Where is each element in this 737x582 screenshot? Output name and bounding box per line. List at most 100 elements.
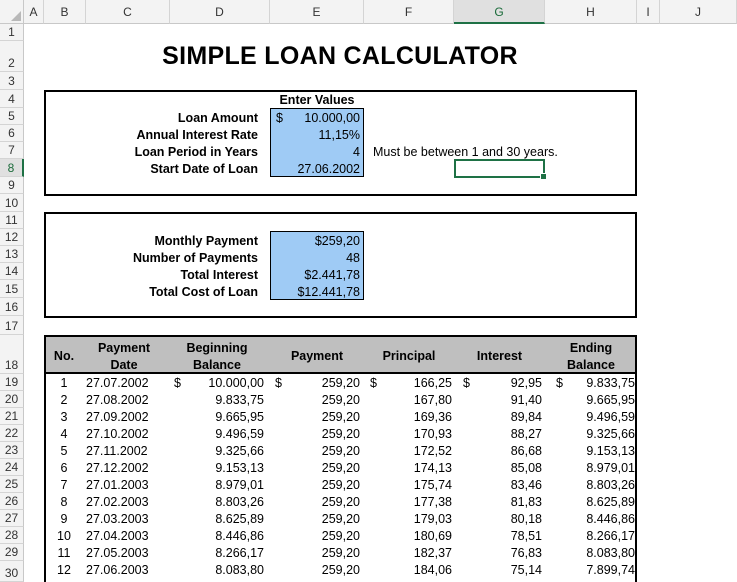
schedule-payment-cell[interactable]: 259,20 xyxy=(290,545,360,561)
row-header-19[interactable]: 19 xyxy=(0,374,24,391)
schedule-begin-cell[interactable]: 8.266,17 xyxy=(190,545,264,561)
schedule-begin-cell[interactable]: 8.625,89 xyxy=(190,511,264,527)
schedule-interest-cell[interactable]: 81,83 xyxy=(470,494,542,510)
row-header-23[interactable]: 23 xyxy=(0,442,24,459)
column-header-c[interactable]: C xyxy=(86,0,170,24)
schedule-interest-cell[interactable]: 88,27 xyxy=(470,426,542,442)
row-header-5[interactable]: 5 xyxy=(0,108,24,125)
schedule-principal-cell[interactable]: 180,69 xyxy=(380,528,452,544)
schedule-interest-cell[interactable]: 91,40 xyxy=(470,392,542,408)
schedule-no-cell[interactable]: 2 xyxy=(46,392,82,408)
schedule-no-cell[interactable]: 8 xyxy=(46,494,82,510)
schedule-date-cell[interactable]: 27.06.2003 xyxy=(86,562,166,578)
loan-period-input[interactable]: 4 xyxy=(280,144,360,160)
schedule-date-cell[interactable]: 27.04.2003 xyxy=(86,528,166,544)
schedule-end-cell[interactable]: 8.979,01 xyxy=(562,460,635,476)
schedule-interest-cell[interactable]: 80,18 xyxy=(470,511,542,527)
schedule-begin-cell[interactable]: 8.446,86 xyxy=(190,528,264,544)
schedule-end-cell[interactable]: 8.625,89 xyxy=(562,494,635,510)
row-header-30[interactable]: 30 xyxy=(0,561,24,582)
column-header-d[interactable]: D xyxy=(170,0,270,24)
schedule-end-cell[interactable]: 9.325,66 xyxy=(562,426,635,442)
schedule-interest-cell[interactable]: 78,51 xyxy=(470,528,542,544)
schedule-principal-cell[interactable]: 174,13 xyxy=(380,460,452,476)
schedule-begin-cell[interactable]: 8.083,80 xyxy=(190,562,264,578)
loan-amount-input[interactable]: 10.000,00 xyxy=(280,110,360,126)
row-header-1[interactable]: 1 xyxy=(0,24,24,41)
column-header-g[interactable]: G xyxy=(454,0,545,24)
schedule-date-cell[interactable]: 27.11.2002 xyxy=(86,443,166,459)
schedule-principal-cell[interactable]: 167,80 xyxy=(380,392,452,408)
row-header-12[interactable]: 12 xyxy=(0,229,24,246)
schedule-end-cell[interactable]: 9.665,95 xyxy=(562,392,635,408)
schedule-principal-cell[interactable]: 184,06 xyxy=(380,562,452,578)
schedule-principal-cell[interactable]: 175,74 xyxy=(380,477,452,493)
schedule-no-cell[interactable]: 6 xyxy=(46,460,82,476)
row-header-11[interactable]: 11 xyxy=(0,212,24,229)
schedule-no-cell[interactable]: 5 xyxy=(46,443,82,459)
schedule-payment-cell[interactable]: 259,20 xyxy=(290,392,360,408)
schedule-begin-cell[interactable]: 9.833,75 xyxy=(190,392,264,408)
schedule-no-cell[interactable]: 4 xyxy=(46,426,82,442)
row-header-26[interactable]: 26 xyxy=(0,493,24,510)
row-header-24[interactable]: 24 xyxy=(0,459,24,476)
row-header-3[interactable]: 3 xyxy=(0,72,24,90)
schedule-interest-cell[interactable]: 92,95 xyxy=(470,375,542,391)
schedule-date-cell[interactable]: 27.02.2003 xyxy=(86,494,166,510)
schedule-principal-cell[interactable]: 179,03 xyxy=(380,511,452,527)
column-header-h[interactable]: H xyxy=(545,0,637,24)
schedule-principal-cell[interactable]: 166,25 xyxy=(380,375,452,391)
schedule-payment-cell[interactable]: 259,20 xyxy=(290,460,360,476)
total-interest-value[interactable]: $2.441,78 xyxy=(280,267,360,283)
row-header-22[interactable]: 22 xyxy=(0,425,24,442)
column-header-j[interactable]: J xyxy=(660,0,737,24)
schedule-interest-cell[interactable]: 86,68 xyxy=(470,443,542,459)
schedule-date-cell[interactable]: 27.05.2003 xyxy=(86,545,166,561)
schedule-payment-cell[interactable]: 259,20 xyxy=(290,426,360,442)
schedule-end-cell[interactable]: 9.153,13 xyxy=(562,443,635,459)
schedule-interest-cell[interactable]: 85,08 xyxy=(470,460,542,476)
row-header-18[interactable]: 18 xyxy=(0,335,24,374)
row-header-8[interactable]: 8 xyxy=(0,159,24,177)
schedule-no-cell[interactable]: 7 xyxy=(46,477,82,493)
schedule-date-cell[interactable]: 27.07.2002 xyxy=(86,375,166,391)
schedule-end-cell[interactable]: 8.266,17 xyxy=(562,528,635,544)
schedule-principal-cell[interactable]: 170,93 xyxy=(380,426,452,442)
schedule-begin-cell[interactable]: 8.979,01 xyxy=(190,477,264,493)
row-header-25[interactable]: 25 xyxy=(0,476,24,493)
schedule-payment-cell[interactable]: 259,20 xyxy=(290,511,360,527)
total-cost-value[interactable]: $12.441,78 xyxy=(280,284,360,300)
interest-rate-input[interactable]: 11,15% xyxy=(280,127,360,143)
schedule-begin-cell[interactable]: 8.803,26 xyxy=(190,494,264,510)
schedule-interest-cell[interactable]: 76,83 xyxy=(470,545,542,561)
schedule-payment-cell[interactable]: 259,20 xyxy=(290,409,360,425)
row-header-9[interactable]: 9 xyxy=(0,177,24,194)
schedule-principal-cell[interactable]: 177,38 xyxy=(380,494,452,510)
schedule-interest-cell[interactable]: 75,14 xyxy=(470,562,542,578)
schedule-date-cell[interactable]: 27.09.2002 xyxy=(86,409,166,425)
schedule-end-cell[interactable]: 8.083,80 xyxy=(562,545,635,561)
schedule-end-cell[interactable]: 8.446,86 xyxy=(562,511,635,527)
schedule-end-cell[interactable]: 9.833,75 xyxy=(562,375,635,391)
schedule-date-cell[interactable]: 27.01.2003 xyxy=(86,477,166,493)
schedule-payment-cell[interactable]: 259,20 xyxy=(290,528,360,544)
schedule-begin-cell[interactable]: 9.153,13 xyxy=(190,460,264,476)
row-header-17[interactable]: 17 xyxy=(0,316,24,335)
schedule-date-cell[interactable]: 27.10.2002 xyxy=(86,426,166,442)
schedule-payment-cell[interactable]: 259,20 xyxy=(290,477,360,493)
schedule-payment-cell[interactable]: 259,20 xyxy=(290,562,360,578)
column-header-e[interactable]: E xyxy=(270,0,364,24)
row-header-7[interactable]: 7 xyxy=(0,142,24,159)
schedule-begin-cell[interactable]: 9.496,59 xyxy=(190,426,264,442)
schedule-payment-cell[interactable]: 259,20 xyxy=(290,494,360,510)
schedule-no-cell[interactable]: 10 xyxy=(46,528,82,544)
schedule-principal-cell[interactable]: 172,52 xyxy=(380,443,452,459)
schedule-date-cell[interactable]: 27.03.2003 xyxy=(86,511,166,527)
schedule-no-cell[interactable]: 1 xyxy=(46,375,82,391)
number-of-payments-value[interactable]: 48 xyxy=(280,250,360,266)
schedule-no-cell[interactable]: 3 xyxy=(46,409,82,425)
row-header-27[interactable]: 27 xyxy=(0,510,24,527)
row-header-16[interactable]: 16 xyxy=(0,298,24,316)
schedule-interest-cell[interactable]: 89,84 xyxy=(470,409,542,425)
row-header-4[interactable]: 4 xyxy=(0,90,24,108)
